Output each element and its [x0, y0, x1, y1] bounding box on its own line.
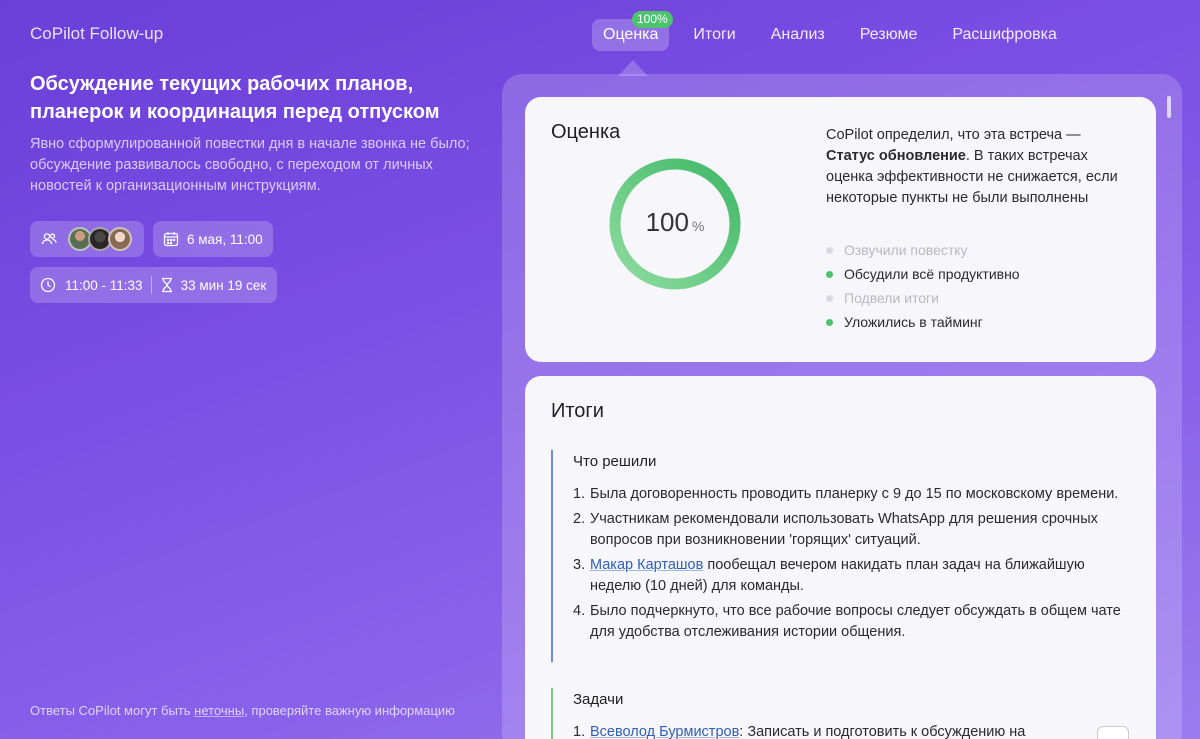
meeting-time-chip: 11:00 - 11:33 33 мин 19 сек: [30, 267, 277, 303]
checklist-item-label: Озвучили повестку: [844, 242, 968, 258]
people-icon: [40, 230, 58, 248]
disclaimer-text: Ответы CoPilot могут быть: [30, 703, 195, 718]
list-item-text: Была договоренность проводить планерку с…: [590, 486, 1119, 502]
chip-divider: [150, 276, 152, 294]
tab-summary[interactable]: Итоги: [682, 19, 746, 51]
meeting-duration: 33 мин 19 сек: [180, 277, 267, 293]
list-number: 1.: [573, 486, 586, 502]
score-value-wrap: 100%: [609, 207, 741, 238]
checklist-item-label: Уложились в тайминг: [844, 314, 983, 330]
avatar: [108, 227, 132, 251]
summary-card-title: Итоги: [551, 400, 604, 422]
tasks-title: Задачи: [573, 691, 624, 708]
clock-icon: [40, 277, 56, 293]
summary-card: Итоги Что решили 1. Была договоренность п…: [525, 376, 1156, 739]
list-item: 1. Была договоренность проводить планерку…: [573, 484, 1131, 505]
hourglass-icon: [160, 277, 174, 293]
list-item: 1. Всеволод Бурмистров: Записать и подгот…: [573, 722, 1131, 739]
meeting-time-range: 11:00 - 11:33: [65, 277, 143, 293]
decisions-section: Что решили 1. Была договоренность проводи…: [551, 450, 1131, 662]
status-dot: [826, 246, 833, 254]
score-explanation-prefix: CoPilot определил, что эта встреча —: [826, 127, 1081, 143]
list-item: 2. Участникам рекомендовали использовать …: [573, 509, 1131, 551]
score-value: 100: [645, 207, 689, 237]
checklist-item: Уложились в тайминг: [826, 314, 1020, 330]
disclaimer-note: Ответы CoPilot могут быть неточны, прове…: [30, 703, 455, 718]
list-number: 3.: [573, 557, 586, 573]
list-item: 3. Макар Карташов пообещал вечером накида…: [573, 555, 1131, 597]
checklist-item: Обсудили всё продуктивно: [826, 266, 1020, 282]
participants-chip[interactable]: [30, 221, 144, 257]
decisions-title: Что решили: [573, 453, 657, 470]
person-link[interactable]: Макар Карташов: [590, 557, 703, 573]
tab-resume[interactable]: Резюме: [849, 19, 929, 51]
list-number: 1.: [573, 724, 586, 739]
meeting-type: Статус обновление: [826, 148, 966, 164]
list-item: 4. Было подчеркнуто, что все рабочие вопр…: [573, 601, 1131, 643]
tab-score[interactable]: Оценка 100%: [592, 11, 673, 51]
list-item-text: Участникам рекомендовали использовать Wh…: [590, 511, 1098, 548]
meeting-description: Явно сформулированной повестки дня в нач…: [30, 136, 470, 194]
list-item-text-rest: : Записать и подготовить к обсуждению на: [739, 724, 1026, 739]
list-item-text: Макар Карташов пообещал вечером накидать…: [590, 555, 1131, 597]
score-unit: %: [691, 218, 705, 234]
tab-transcript[interactable]: Расшифровка: [941, 19, 1068, 51]
meeting-date: 6 мая, 11:00: [187, 231, 263, 247]
task-action-button[interactable]: [1097, 726, 1129, 739]
list-item-text: Всеволод Бурмистров: Записать и подготов…: [590, 722, 1025, 739]
checklist-item-label: Подвели итоги: [844, 290, 939, 306]
tasks-section: Задачи 1. Всеволод Бурмистров: Записать и…: [551, 688, 1131, 739]
score-card: Оценка 100% CoPilot определил, что эта в…: [525, 97, 1156, 362]
disclaimer-link[interactable]: неточны: [194, 703, 244, 718]
top-nav: Оценка 100% Итоги Анализ Резюме Расшифро…: [592, 11, 1081, 52]
tab-score-badge: 100%: [632, 11, 673, 28]
person-link[interactable]: Всеволод Бурмистров: [590, 724, 739, 739]
status-dot: [826, 270, 833, 278]
tab-score-label: Оценка: [603, 26, 659, 43]
calendar-icon: [163, 231, 179, 247]
tasks-list: 1. Всеволод Бурмистров: Записать и подгот…: [573, 722, 1131, 739]
status-dot: [826, 318, 833, 326]
score-card-title: Оценка: [551, 121, 621, 143]
status-dot: [826, 294, 833, 302]
list-number: 2.: [573, 511, 586, 527]
app-title: CoPilot Follow-up: [30, 24, 164, 43]
score-explanation: CoPilot определил, что эта встреча — Ста…: [826, 125, 1126, 209]
checklist-item: Озвучили повестку: [826, 242, 1020, 258]
meeting-title: Обсуждение текущих рабочих планов, плане…: [30, 73, 440, 123]
scrollbar-thumb[interactable]: [1167, 96, 1171, 118]
disclaimer-text-end: , проверяйте важную информацию: [244, 703, 455, 718]
meeting-date-chip: 6 мая, 11:00: [153, 221, 273, 257]
tab-analysis[interactable]: Анализ: [760, 19, 836, 51]
score-checklist: Озвучили повестку Обсудили всё продуктив…: [826, 242, 1020, 338]
list-item-text: Было подчеркнуто, что все рабочие вопрос…: [590, 603, 1121, 640]
checklist-item: Подвели итоги: [826, 290, 1020, 306]
checklist-item-label: Обсудили всё продуктивно: [844, 266, 1020, 282]
list-number: 4.: [573, 603, 586, 619]
decisions-list: 1. Была договоренность проводить планерку…: [573, 484, 1131, 643]
participant-avatars: [68, 227, 132, 251]
